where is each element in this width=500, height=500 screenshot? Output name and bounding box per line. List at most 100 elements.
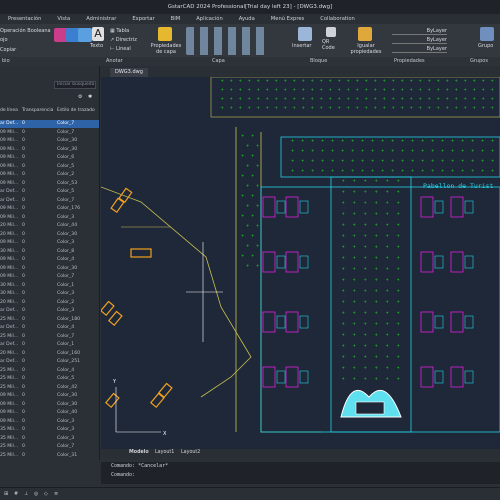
tab-layout1[interactable]: Layout1 (155, 450, 174, 455)
osnap-icon[interactable]: ◇ (44, 491, 48, 497)
svg-text:+: + (293, 105, 296, 110)
table-row[interactable]: 30 Mil... 0 Color_3 (0, 290, 99, 298)
menu-collaboration[interactable]: Collaboration (312, 16, 363, 22)
svg-text:+: + (441, 138, 444, 143)
table-row[interactable]: ar Def... 0 Color_7 (0, 197, 99, 205)
table-row[interactable]: 20 Mil... 0 Color_160 (0, 350, 99, 358)
insertar-button[interactable]: Insertar (292, 43, 311, 49)
table-row[interactable]: 09 Mil... 0 Color_30 (0, 265, 99, 273)
table-row[interactable]: 20 Mil... 0 Color_44 (0, 222, 99, 230)
col-header-plotstyle[interactable]: Estilo de trazado (57, 108, 95, 116)
table-row[interactable]: ar Def... 0 Color_3 (0, 307, 99, 315)
drawing-canvas[interactable]: + + + + + + + + + + + + + + + + + + + + + + + + + + + + + + + + + + + + + + + +… (101, 77, 500, 449)
table-row[interactable]: 25 Mil... 0 Color_7 (0, 443, 99, 451)
qr-code-button[interactable]: QR Code (322, 39, 342, 51)
table-row[interactable]: 09 Mil... 0 Color_3 (0, 214, 99, 222)
grupo-button[interactable]: Grupo (478, 43, 493, 49)
grid-icon[interactable]: # (14, 491, 18, 497)
mirror-icon[interactable] (78, 28, 92, 42)
table-row[interactable]: 09 Mil... 0 Color_30 (0, 392, 99, 400)
table-row[interactable]: 09 Mil... 0 Color_30 (0, 146, 99, 154)
table-row[interactable]: 09 Mil... 0 Color_176 (0, 205, 99, 213)
menu-vista[interactable]: Vista (49, 16, 78, 22)
table-row[interactable]: ar Def... 0 Color_251 (0, 358, 99, 366)
col-header-transparency[interactable]: Transparencia (22, 108, 53, 116)
booleana-button[interactable]: Operación Booleana (0, 28, 51, 34)
table-row[interactable]: 25 Mil... 0 Color_31 (0, 452, 99, 460)
lineweight-icon[interactable]: ≡ (54, 491, 58, 497)
row-transparency: 0 (22, 206, 25, 211)
col-header-linetype[interactable]: de línea (0, 108, 18, 116)
table-row[interactable]: 20 Mil... 0 Color_30 (0, 231, 99, 239)
ortho-icon[interactable]: ⊥ (24, 491, 28, 497)
svg-text:+: + (428, 78, 431, 83)
table-row[interactable]: 25 Mil... 0 Color_180 (0, 316, 99, 324)
table-row[interactable]: 09 Mil... 0 Color_7 (0, 129, 99, 137)
menu-presentacion[interactable]: Presentación (0, 16, 49, 22)
menu-aplicacion[interactable]: Aplicación (188, 16, 231, 22)
svg-text:+: + (239, 78, 242, 83)
lineweight-select[interactable]: ByLayer (392, 46, 447, 53)
table-row[interactable]: 20 Mil... 0 Color_2 (0, 299, 99, 307)
layer-search-input[interactable]: Iniciar búsqueda (54, 81, 96, 89)
table-row[interactable]: 09 Mil... 0 Color_40 (0, 409, 99, 417)
snap-icon[interactable]: ⊞ (4, 491, 8, 497)
table-row[interactable]: ar Def... 0 Color_4 (0, 324, 99, 332)
svg-text:+: + (293, 96, 296, 101)
menu-expres[interactable]: Menú Expres (263, 16, 312, 22)
row-plotstyle: Color_44 (57, 223, 78, 228)
table-row[interactable]: 09 Mil... 0 Color_30 (0, 401, 99, 409)
tab-dwg3[interactable]: DWG3.dwg (110, 68, 148, 77)
layout-tabs: Modelo Layout1 Layout2 (101, 449, 500, 458)
table-row[interactable]: 35 Mil... 0 Color_3 (0, 435, 99, 443)
svg-text:+: + (331, 138, 334, 143)
command-line[interactable]: Comando: *Cancelar* Comando: (101, 462, 500, 484)
table-row[interactable]: 09 Mil... 0 Color_6 (0, 154, 99, 162)
svg-text:+: + (342, 376, 345, 381)
row-linetype: 25 Mil... (0, 367, 19, 373)
table-row[interactable]: 09 Mil... 0 Color_7 (0, 273, 99, 281)
menu-administrar[interactable]: Administrar (78, 16, 124, 22)
menu-ayuda[interactable]: Ayuda (231, 16, 263, 22)
table-row[interactable]: 30 Mil... 0 Color_1 (0, 282, 99, 290)
table-row[interactable]: 09 Mil... 0 Color_2 (0, 171, 99, 179)
directriz-button[interactable]: ↗ Directriz (110, 37, 137, 43)
table-row[interactable]: 25 Mil... 0 Color_7 (0, 333, 99, 341)
tab-modelo[interactable]: Modelo (129, 450, 149, 455)
ojo-button[interactable]: ojo (0, 37, 8, 43)
table-row[interactable]: 35 Mil... 0 Color_3 (0, 426, 99, 434)
table-row[interactable]: 25 Mil... 0 Color_4 (0, 367, 99, 375)
tab-layout2[interactable]: Layout2 (181, 450, 200, 455)
lineal-button[interactable]: ⊢ Lineal (110, 46, 131, 52)
tabla-button[interactable]: ▦ Tabla (110, 28, 129, 34)
settings-icon[interactable]: ⚙ (78, 94, 82, 100)
table-row[interactable]: 09 Mil... 0 Color_4 (0, 256, 99, 264)
svg-text:+: + (291, 168, 294, 173)
command-input[interactable]: Comando: (101, 471, 500, 480)
layer-tools-icon[interactable] (186, 27, 266, 55)
menu-bim[interactable]: BIM (163, 16, 189, 22)
propiedades-capa-button[interactable]: Propiedades de capa (150, 43, 182, 55)
table-row[interactable]: 09 Mil... 0 Color_3 (0, 239, 99, 247)
linetype-select[interactable]: ByLayer (392, 37, 447, 44)
polar-icon[interactable]: ◎ (34, 491, 38, 497)
svg-text:+: + (397, 255, 400, 260)
gear-icon[interactable]: ✱ (88, 94, 92, 100)
table-row[interactable]: ar Def... 0 Color_7 (0, 120, 99, 128)
table-row[interactable]: 09 Mil... 0 Color_3 (0, 418, 99, 426)
table-row[interactable]: ar Def... 0 Color_1 (0, 341, 99, 349)
table-row[interactable]: 09 Mil... 0 Color_53 (0, 180, 99, 188)
texto-button[interactable]: Texto (90, 43, 103, 49)
table-row[interactable]: 09 Mil... 0 Color_30 (0, 137, 99, 145)
table-row[interactable]: 25 Mil... 0 Color_5 (0, 375, 99, 383)
table-row[interactable]: 09 Mil... 0 Color_5 (0, 163, 99, 171)
propiedades-capa-label: Propiedades de capa (150, 43, 182, 55)
svg-text:+: + (342, 222, 345, 227)
table-row[interactable]: 30 Mil... 0 Color_8 (0, 248, 99, 256)
color-select[interactable]: ByLayer (392, 28, 447, 35)
table-row[interactable]: ar Def... 0 Color_5 (0, 188, 99, 196)
copiar-button[interactable]: Copiar (0, 47, 16, 53)
menu-exportar[interactable]: Exportar (124, 16, 162, 22)
table-row[interactable]: 25 Mil... 0 Color_42 (0, 384, 99, 392)
igualar-button[interactable]: Igualar propiedades (348, 43, 384, 55)
